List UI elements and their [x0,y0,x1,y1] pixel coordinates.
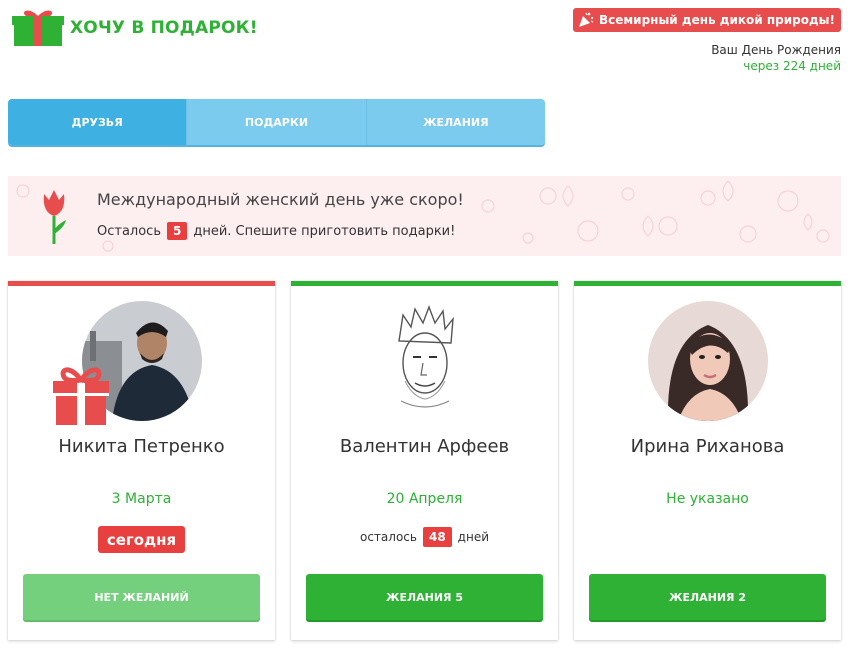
days-left-suffix: дней [457,530,489,544]
banner-remaining-suffix: дней. Спешите приготовить подарки! [193,223,456,239]
card-accent-bar [8,281,275,286]
wishes-button[interactable]: ЖЕЛАНИЯ 2 [589,574,826,620]
tab-friends[interactable]: ДРУЗЬЯ [8,99,188,145]
friend-name[interactable]: Никита Петренко [8,436,275,457]
friend-card[interactable]: Никита Петренко 3 Марта сегодня НЕТ ЖЕЛА… [8,281,275,640]
days-left-row: осталось 48 дней [291,527,558,547]
wishes-button[interactable]: ЖЕЛАНИЯ 5 [306,574,543,620]
tulip-icon [43,190,66,244]
card-accent-bar [574,281,841,286]
friend-avatar[interactable] [365,301,485,421]
friend-name[interactable]: Ирина Риханова [574,436,841,457]
event-badge-label: Всемирный день дикой природы! [598,13,835,27]
banner-title: Международный женский день уже скоро! [97,190,464,209]
friend-birthday-date: Не указано [666,491,749,507]
holiday-banner: Международный женский день уже скоро! Ос… [8,176,841,256]
friend-card[interactable]: Ирина Риханова Не указано ЖЕЛАНИЯ 2 [574,281,841,640]
party-popper-icon [578,12,594,27]
event-badge[interactable]: Всемирный день дикой природы! [572,8,841,32]
main-tabs: ДРУЗЬЯ ПОДАРКИ ЖЕЛАНИЯ [8,99,545,145]
birthday-gift-icon [53,367,109,425]
gift-box-icon [12,10,64,46]
logo-text: ХОЧУ В ПОДАРОК! [70,18,258,38]
friend-card[interactable]: Валентин Арфеев 20 Апреля осталось 48 дн… [291,281,558,640]
no-wishes-button[interactable]: НЕТ ЖЕЛАНИЙ [23,574,260,620]
friend-name[interactable]: Валентин Арфеев [291,436,558,457]
tab-gifts[interactable]: ПОДАРКИ [187,99,367,145]
days-left-badge: 48 [422,527,452,547]
banner-subtitle: Осталось 5 дней. Спешите приготовить под… [97,222,455,240]
floral-pattern-background [16,180,830,252]
birthday-countdown: через 224 дней [743,59,841,73]
tab-wishes[interactable]: ЖЕЛАНИЯ [366,99,545,145]
banner-remaining-prefix: Осталось [97,223,161,239]
friend-avatar[interactable] [648,301,768,421]
friend-birthday-date: 20 Апреля [386,491,463,507]
days-count-badge: 5 [167,222,188,240]
today-badge: сегодня [98,526,185,553]
days-left-prefix: осталось [360,530,417,544]
card-accent-bar [291,281,558,286]
site-logo[interactable]: ХОЧУ В ПОДАРОК! [12,8,258,48]
friend-birthday-date: 3 Марта [111,491,172,507]
birthday-label: Ваш День Рождения [711,43,841,57]
